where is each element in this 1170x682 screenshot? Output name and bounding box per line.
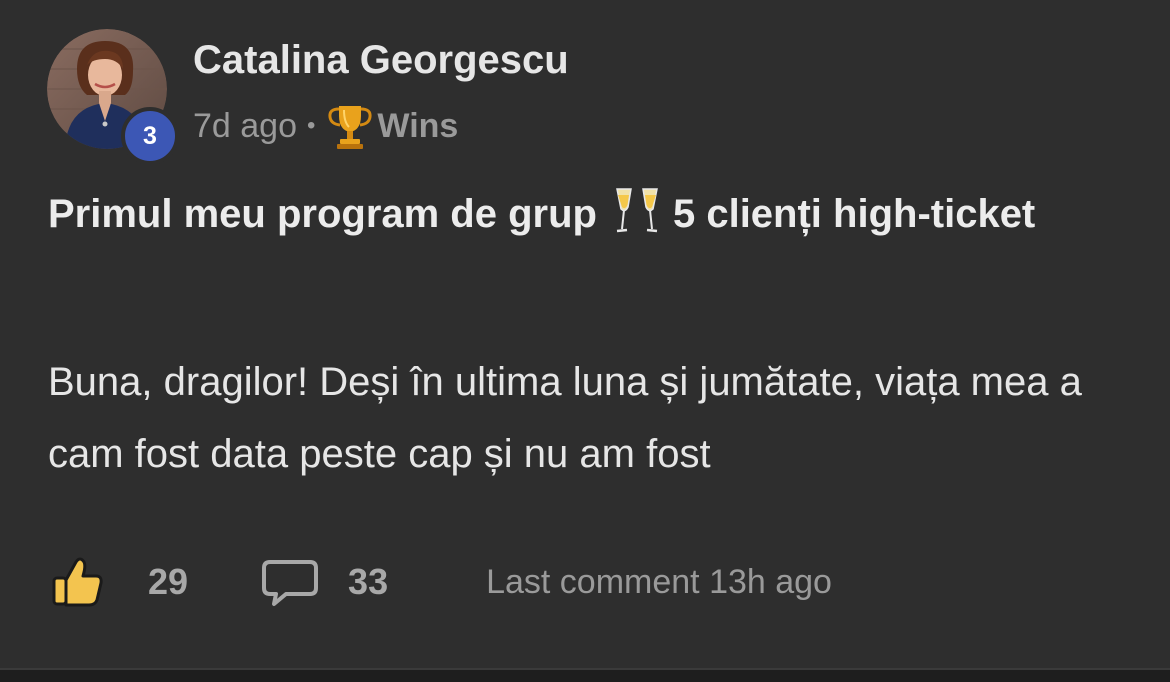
thumbs-up-icon[interactable] xyxy=(48,554,108,610)
author-avatar[interactable]: 3 xyxy=(47,29,179,165)
last-comment-text: Last comment 13h ago xyxy=(486,562,832,601)
meta-separator: • xyxy=(307,112,316,139)
post-footer: 29 33 Last comment 13h ago xyxy=(48,552,832,612)
comment-icon[interactable] xyxy=(260,554,320,610)
category-label[interactable]: Wins xyxy=(377,107,458,146)
bottom-divider xyxy=(0,668,1170,682)
post-title-part1: Primul meu program de grup xyxy=(48,192,597,236)
post-title-part2: 5 clienți high-ticket xyxy=(672,192,1036,236)
level-badge: 3 xyxy=(121,107,179,165)
champagne-glasses-icon xyxy=(616,188,658,233)
like-count: 29 xyxy=(148,561,189,602)
post-title[interactable]: Primul meu program de grup 5 clienți hig… xyxy=(48,178,1108,250)
author-name[interactable]: Catalina Georgescu xyxy=(193,38,569,83)
trophy-icon xyxy=(328,106,372,149)
post-meta: 7d ago • Wins xyxy=(193,102,458,150)
post-body[interactable]: Buna, dragilor! Deși în ultima luna și j… xyxy=(48,346,1138,490)
comment-count: 33 xyxy=(348,561,389,602)
post-card[interactable]: 3 Catalina Georgescu 7d ago • Wins Primu… xyxy=(0,0,1170,668)
post-time: 7d ago xyxy=(193,106,297,145)
